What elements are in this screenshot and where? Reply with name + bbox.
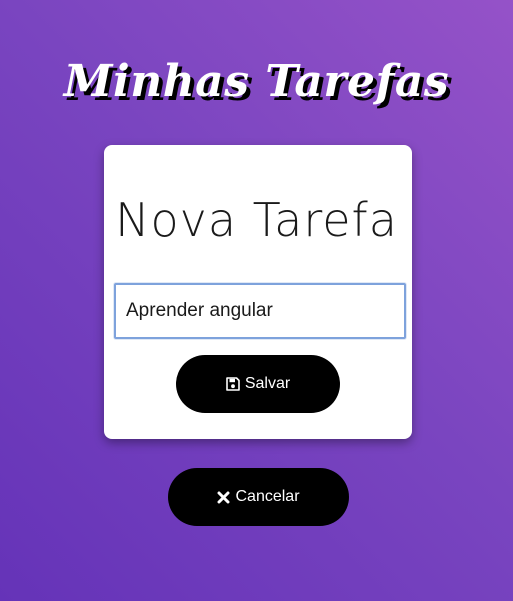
save-button-label: Salvar <box>244 375 291 392</box>
task-input[interactable] <box>114 283 406 339</box>
cancel-button[interactable]: Cancelar <box>168 468 349 526</box>
card-title: Nova Tarefa <box>115 193 398 247</box>
app-title: Minhas Tarefas <box>63 56 450 107</box>
cancel-button-label: Cancelar <box>235 488 300 505</box>
floppy-disk-icon <box>226 377 240 391</box>
close-icon <box>217 491 230 504</box>
save-button[interactable]: Salvar <box>176 355 340 413</box>
